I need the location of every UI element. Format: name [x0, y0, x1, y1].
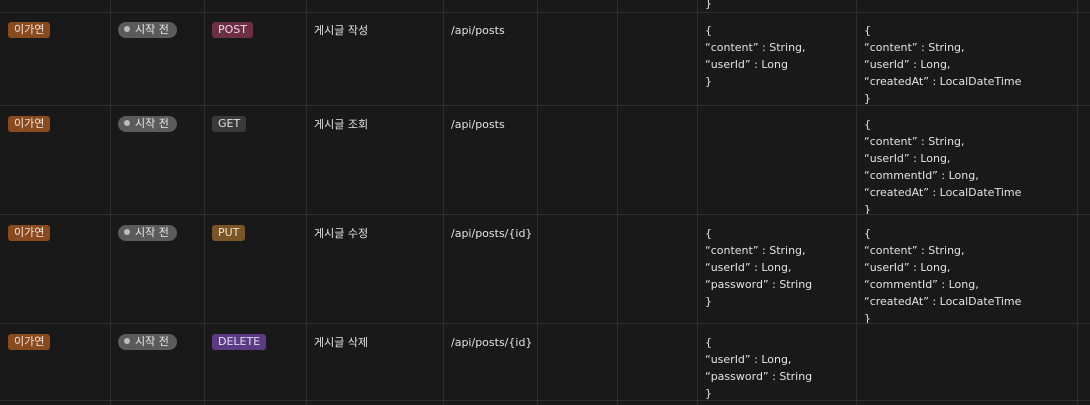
method-cell[interactable]: PUT	[204, 215, 306, 323]
request-body: { “userId” : Long, “password” : String }	[705, 336, 813, 400]
status-dot-icon	[124, 229, 130, 235]
feature-name: 게시글 조회	[314, 118, 369, 131]
empty-cell[interactable]	[617, 12, 697, 105]
status-label: 시작 전	[135, 226, 169, 239]
table-row[interactable]: 이가연 시작 전 PUT 게시글 수정 /api/posts/{id} { “c…	[0, 215, 1090, 324]
table-row[interactable]: 이가연 시작 전 GET 게시글 조회 /api/posts { “conten…	[0, 106, 1090, 215]
table-row[interactable]: 이가연 시작 전 DELETE 게시글 삭제 /api/posts/{id} {…	[0, 324, 1090, 401]
assignee-cell[interactable]: 이가연	[0, 12, 110, 105]
empty-cell[interactable]	[537, 106, 617, 214]
empty-cell[interactable]	[617, 324, 697, 400]
feature-name: 게시글 작성	[314, 24, 369, 37]
assignee-cell[interactable]: 이가연	[0, 215, 110, 323]
assignee-tag: 이가연	[8, 334, 51, 350]
assignee-cell[interactable]: 이가연	[0, 106, 110, 214]
response-body: { “content” : String, “userId” : Long, “…	[864, 227, 1022, 323]
status-badge: 시작 전	[118, 334, 177, 350]
request-body-cell[interactable]: { “content” : String, “userId” : Long }	[697, 12, 856, 105]
assignee-tag: 이가연	[8, 116, 51, 132]
status-dot-icon	[124, 26, 130, 32]
api-spec-table: } 이가연 시작 전 POST 게시글 작성 /api/posts { “con…	[0, 0, 1090, 405]
status-cell[interactable]: 시작 전	[110, 106, 204, 214]
method-tag: GET	[212, 116, 247, 132]
url-text: /api/posts	[451, 24, 505, 37]
url-cell[interactable]: /api/posts/{id}	[443, 324, 537, 400]
response-body-cell[interactable]: { “content” : String, “userId” : Long, “…	[856, 215, 1077, 323]
empty-cell[interactable]	[617, 106, 697, 214]
status-label: 시작 전	[135, 117, 169, 130]
url-cell[interactable]: /api/posts	[443, 12, 537, 105]
feature-cell[interactable]: 게시글 작성	[306, 12, 443, 105]
status-dot-icon	[124, 120, 130, 126]
response-body-cell[interactable]	[856, 324, 1077, 400]
column-divider	[856, 0, 857, 405]
method-cell[interactable]: POST	[204, 12, 306, 105]
column-divider	[537, 0, 538, 405]
response-body: { “content” : String, “userId” : Long, “…	[864, 24, 1022, 105]
method-cell[interactable]: DELETE	[204, 324, 306, 400]
request-body: { “content” : String, “userId” : Long }	[705, 24, 806, 88]
status-cell[interactable]: 시작 전	[110, 324, 204, 400]
feature-cell[interactable]: 게시글 조회	[306, 106, 443, 214]
column-divider	[204, 0, 205, 405]
column-divider	[617, 0, 618, 405]
method-tag: POST	[212, 22, 253, 38]
status-cell[interactable]: 시작 전	[110, 12, 204, 105]
assignee-tag: 이가연	[8, 22, 51, 38]
status-dot-icon	[124, 338, 130, 344]
column-divider	[110, 0, 111, 405]
url-text: /api/posts/{id}	[451, 336, 533, 349]
empty-cell[interactable]	[537, 324, 617, 400]
feature-name: 게시글 삭제	[314, 336, 369, 349]
empty-cell[interactable]	[617, 215, 697, 323]
url-text: /api/posts	[451, 118, 505, 131]
method-tag: PUT	[212, 225, 246, 241]
method-cell[interactable]: GET	[204, 106, 306, 214]
assignee-tag: 이가연	[8, 225, 51, 241]
empty-cell[interactable]	[537, 12, 617, 105]
status-label: 시작 전	[135, 335, 169, 348]
request-body: { “content” : String, “userId” : Long, “…	[705, 227, 813, 308]
status-badge: 시작 전	[118, 116, 177, 132]
column-divider	[443, 0, 444, 405]
feature-name: 게시글 수정	[314, 227, 369, 240]
status-badge: 시작 전	[118, 225, 177, 241]
response-body-cell[interactable]: { “content” : String, “userId” : Long, “…	[856, 12, 1077, 105]
method-tag: DELETE	[212, 334, 267, 350]
table-row[interactable]: 이가연 시작 전 POST 게시글 작성 /api/posts { “conte…	[0, 12, 1090, 106]
assignee-cell[interactable]: 이가연	[0, 324, 110, 400]
status-cell[interactable]: 시작 전	[110, 215, 204, 323]
request-body-cell[interactable]	[697, 106, 856, 214]
empty-cell[interactable]	[537, 215, 617, 323]
response-body: { “content” : String, “userId” : Long, “…	[864, 118, 1022, 214]
url-text: /api/posts/{id}	[451, 227, 533, 240]
feature-cell[interactable]: 게시글 삭제	[306, 324, 443, 400]
request-body-cell[interactable]: { “userId” : Long, “password” : String }	[697, 324, 856, 400]
status-badge: 시작 전	[118, 22, 177, 38]
column-divider	[306, 0, 307, 405]
column-divider	[697, 0, 698, 405]
request-body-tail: }	[705, 0, 712, 10]
request-body-cell[interactable]: { “content” : String, “userId” : Long, “…	[697, 215, 856, 323]
request-body-cell[interactable]: }	[697, 0, 856, 12]
column-divider	[1077, 0, 1078, 405]
feature-cell[interactable]: 게시글 수정	[306, 215, 443, 323]
status-label: 시작 전	[135, 23, 169, 36]
url-cell[interactable]: /api/posts	[443, 106, 537, 214]
url-cell[interactable]: /api/posts/{id}	[443, 215, 537, 323]
response-body-cell[interactable]: { “content” : String, “userId” : Long, “…	[856, 106, 1077, 214]
